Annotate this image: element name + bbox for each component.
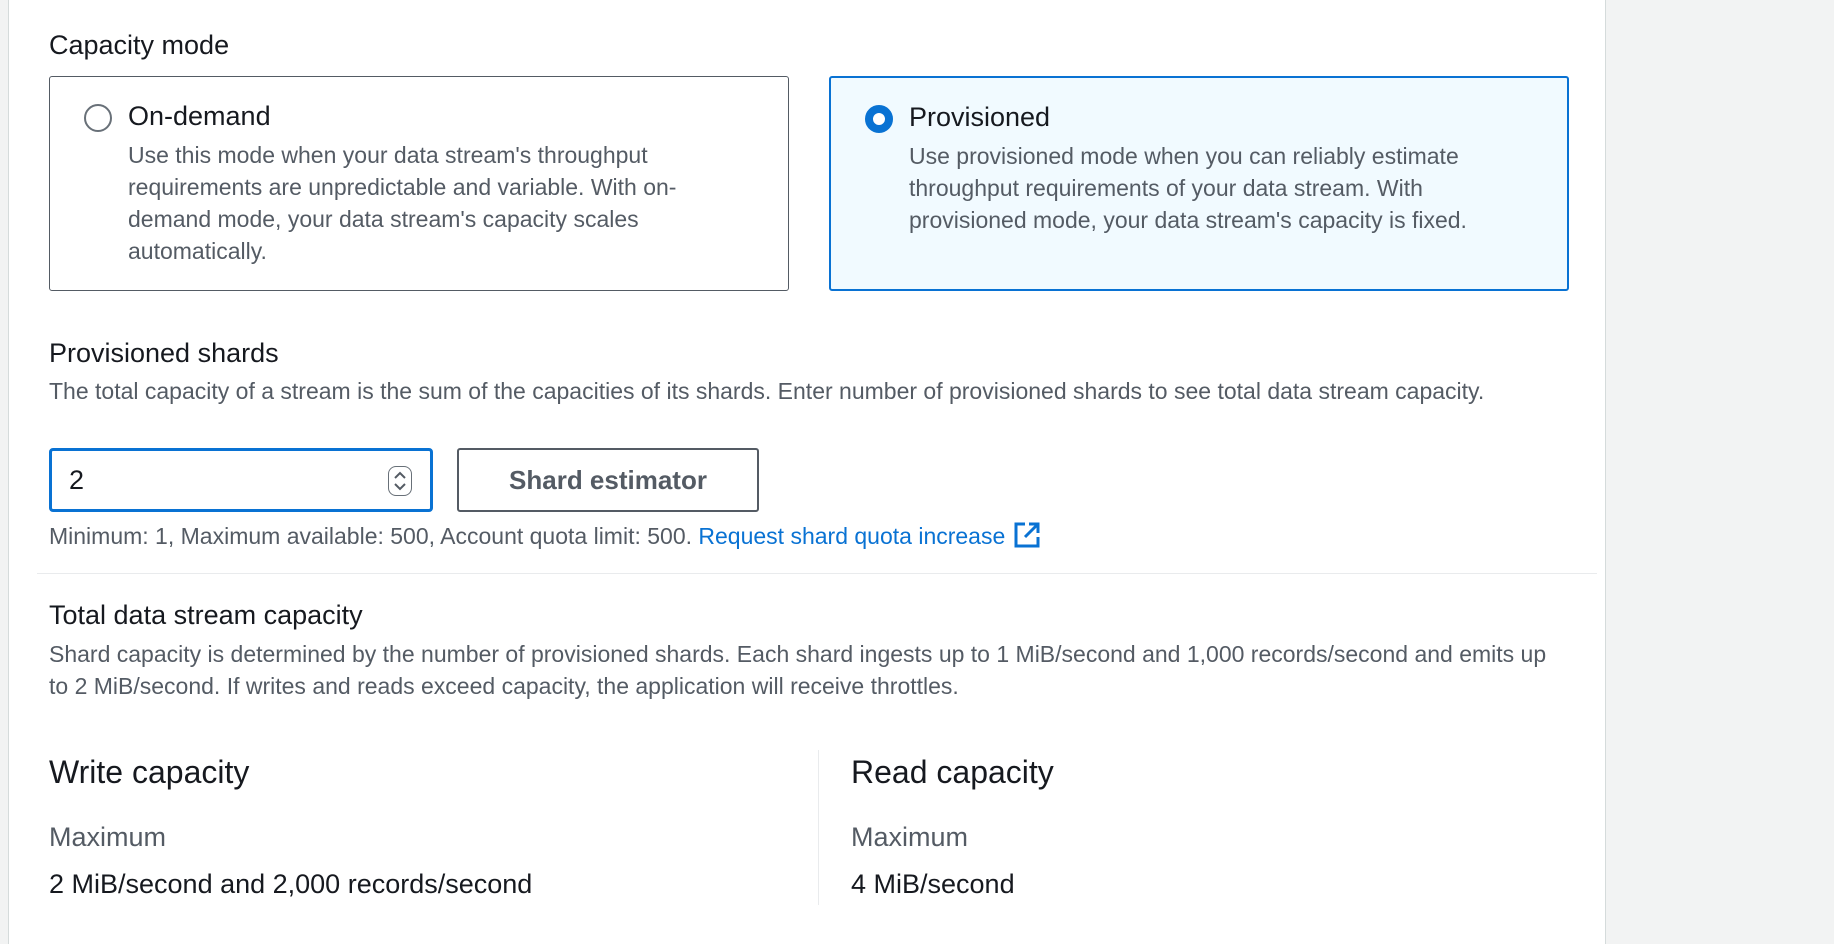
write-capacity-heading: Write capacity [49,754,250,790]
read-capacity-value: 4 MiB/second [851,869,1015,899]
stepper-icon[interactable] [388,466,412,496]
capacity-mode-label: Capacity mode [49,30,230,60]
total-capacity-description: Shard capacity is determined by the numb… [49,641,1547,699]
write-capacity-value: 2 MiB/second and 2,000 records/second [49,869,533,899]
read-capacity-key: Maximum [851,822,969,852]
provisioned-title: Provisioned [909,102,1051,132]
external-link-icon[interactable] [1013,521,1041,558]
provisioned-shards-label: Provisioned shards [49,338,279,368]
capacity-mode-tiles: On-demand Use this mode when your data s… [49,76,1579,291]
provisioned-description: Use provisioned mode when you can reliab… [909,143,1467,233]
section-divider [37,573,1597,574]
write-capacity-key: Maximum [49,822,167,852]
on-demand-title: On-demand [128,101,271,131]
provisioned-radio[interactable] [865,105,893,133]
request-quota-link[interactable]: Request shard quota increase [698,522,1041,549]
form-panel: Capacity mode On-demand Use this mode wh… [8,0,1606,944]
on-demand-radio[interactable] [84,104,112,132]
request-quota-link-label[interactable]: Request shard quota increase [698,523,1005,549]
shard-estimator-button[interactable]: Shard estimator [457,448,759,512]
on-demand-description: Use this mode when your data stream's th… [128,142,677,264]
column-divider [818,750,819,905]
shard-count-value: 2 [69,465,85,495]
shard-count-input[interactable]: 2 [49,448,433,512]
shard-limits-text: Minimum: 1, Maximum available: 500, Acco… [49,523,693,549]
provisioned-tile[interactable]: Provisioned Use provisioned mode when yo… [829,76,1569,291]
on-demand-tile[interactable]: On-demand Use this mode when your data s… [49,76,789,291]
provisioned-shards-description: The total capacity of a stream is the su… [49,378,1485,404]
total-capacity-label: Total data stream capacity [49,600,363,630]
shard-constraint-text: Minimum: 1, Maximum available: 500, Acco… [49,519,1041,558]
read-capacity-heading: Read capacity [851,754,1054,790]
